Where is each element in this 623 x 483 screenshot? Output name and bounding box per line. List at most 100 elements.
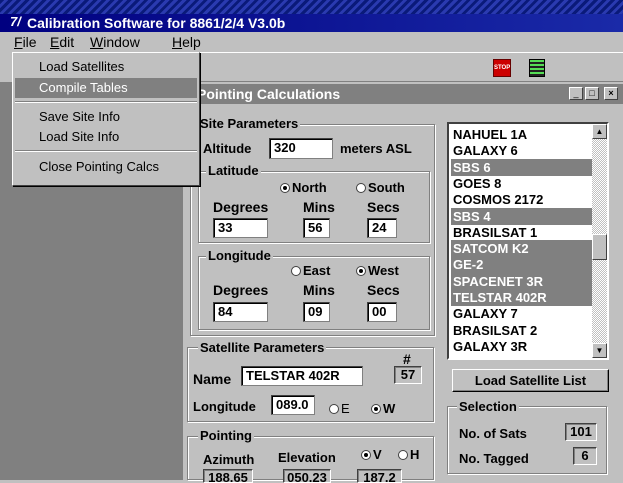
menu-separator (15, 150, 197, 152)
latitude-mins-input[interactable]: 56 (303, 218, 330, 238)
polarization-display: 187.2 (357, 469, 402, 483)
app-icon[interactable]: 7/ (10, 14, 26, 30)
satellite-east-radio[interactable]: E (329, 401, 350, 416)
menu-window[interactable]: Window (90, 34, 140, 50)
satellite-list-item[interactable]: SATCOM K2 (451, 240, 592, 258)
title-bar: 7/ Calibration Software for 8861/2/4 V3.… (0, 0, 623, 32)
south-radio-icon (356, 183, 366, 193)
satellite-east-radio-icon (329, 404, 339, 414)
menu-item-compile-tables[interactable]: Compile Tables (15, 78, 197, 98)
vertical-radio-label: V (373, 447, 382, 462)
selection-label: Selection (457, 399, 519, 414)
horizontal-radio-icon (398, 450, 408, 460)
satellite-west-radio[interactable]: W (371, 401, 395, 416)
window-title: Calibration Software for 8861/2/4 V3.0b (27, 15, 286, 31)
menu-item-load-satellites[interactable]: Load Satellites (15, 57, 197, 77)
satellite-list-item[interactable]: BRASILSAT 2 (451, 322, 592, 339)
menu-item-load-site-info[interactable]: Load Site Info (15, 127, 197, 147)
longitude-secs-input[interactable]: 00 (367, 302, 397, 322)
satellite-name-input[interactable]: TELSTAR 402R (241, 366, 363, 386)
west-radio[interactable]: West (356, 263, 399, 278)
horizontal-radio[interactable]: H (398, 447, 419, 462)
satellite-list-item[interactable]: GALAXY 7 (451, 305, 592, 322)
longitude-label: Longitude (206, 248, 273, 263)
num-tagged-display: 6 (573, 447, 597, 465)
south-radio-label: South (368, 180, 405, 195)
satellite-longitude-label: Longitude (193, 399, 256, 414)
maximize-button[interactable]: □ (585, 87, 599, 100)
horizontal-radio-label: H (410, 447, 420, 462)
scroll-thumb[interactable] (592, 234, 607, 260)
satellite-number-display: 57 (394, 366, 422, 384)
satellite-list-item[interactable]: GOES 8 (451, 175, 592, 192)
toolbar: STOP (200, 52, 623, 82)
satellite-list-item[interactable]: GE-2 (451, 256, 592, 274)
scroll-up-button[interactable]: ▲ (592, 124, 607, 139)
elevation-display: 050.23 (283, 469, 331, 483)
altitude-unit: meters ASL (340, 141, 412, 156)
satellite-list-item[interactable]: NAHUEL 1A (451, 126, 592, 143)
menu-item-save-site-info[interactable]: Save Site Info (15, 107, 197, 127)
satellite-list-item[interactable]: COSMOS 2172 (451, 191, 592, 208)
file-menu-dropdown: Load Satellites Compile Tables Save Site… (12, 52, 200, 186)
latitude-mins-label: Mins (303, 199, 335, 215)
num-sats-display: 101 (565, 423, 597, 441)
stop-icon[interactable]: STOP (493, 59, 511, 77)
minimize-button[interactable]: _ (569, 87, 583, 100)
longitude-degrees-label: Degrees (213, 282, 269, 298)
satellite-list[interactable]: NAHUEL 1A GALAXY 6 SBS 6 GOES 8 COSMOS 2172 S… (447, 122, 609, 360)
latitude-degrees-label: Degrees (213, 199, 269, 215)
west-radio-label: West (368, 263, 399, 278)
north-radio-icon (280, 183, 290, 193)
longitude-mins-input[interactable]: 09 (303, 302, 330, 322)
menu-file[interactable]: File (14, 34, 37, 50)
scroll-down-button[interactable]: ▼ (592, 343, 607, 358)
satellite-west-radio-label: W (383, 401, 396, 416)
satellite-east-radio-label: E (341, 401, 350, 416)
azimuth-display: 188.65 (203, 469, 253, 483)
satellite-name-label: Name (193, 371, 232, 387)
satellite-longitude-input[interactable]: 089.0 (271, 395, 315, 415)
vertical-radio[interactable]: V (361, 447, 382, 462)
longitude-degrees-input[interactable]: 84 (213, 302, 268, 322)
east-radio[interactable]: East (291, 263, 330, 278)
longitude-mins-label: Mins (303, 282, 335, 298)
east-radio-label: East (303, 263, 331, 278)
satellite-list-item[interactable]: GALAXY 6 (451, 142, 592, 159)
calculator-icon[interactable] (529, 59, 545, 77)
menu-separator (15, 101, 197, 103)
menu-item-close-pointing-calcs[interactable]: Close Pointing Calcs (15, 157, 197, 177)
satellite-list-item[interactable]: TELSTAR 402R (451, 289, 592, 306)
satellite-list-item[interactable]: GALAXY 3R (451, 338, 592, 355)
satellite-list-item[interactable]: SBS 6 (451, 158, 592, 176)
num-sats-label: No. of Sats (459, 426, 527, 441)
satellite-list-item[interactable]: SPACENET 3R (451, 272, 592, 290)
child-window-title-bar: Pointing Calculations _ □ × (183, 84, 623, 104)
desktop-background (0, 0, 623, 14)
satellite-list-item[interactable]: SBS 4 (451, 207, 592, 225)
east-radio-icon (291, 266, 301, 276)
west-radio-icon (356, 266, 366, 276)
list-scrollbar[interactable]: ▲ ▼ (592, 124, 607, 358)
satellite-parameters-label: Satellite Parameters (198, 340, 327, 355)
latitude-secs-input[interactable]: 24 (367, 218, 397, 238)
num-tagged-label: No. Tagged (459, 451, 529, 466)
longitude-secs-label: Secs (367, 282, 400, 298)
latitude-degrees-input[interactable]: 33 (213, 218, 268, 238)
close-button[interactable]: × (604, 87, 618, 100)
satellite-number-label: # (403, 351, 411, 367)
vertical-radio-icon (361, 450, 371, 460)
altitude-input[interactable]: 320 (269, 138, 333, 159)
pointing-label: Pointing (198, 428, 254, 443)
satellite-west-radio-icon (371, 404, 381, 414)
child-window-title: Pointing Calculations (197, 86, 341, 102)
latitude-label: Latitude (206, 163, 261, 178)
satellite-list-item[interactable]: BRASILSAT 1 (451, 224, 592, 241)
north-radio[interactable]: North (280, 180, 327, 195)
menu-bar: File Edit Window Help (0, 32, 623, 52)
menu-help[interactable]: Help (172, 34, 201, 50)
site-parameters-label: Site Parameters (198, 116, 301, 131)
load-satellite-list-button[interactable]: Load Satellite List (452, 369, 609, 392)
menu-edit[interactable]: Edit (50, 34, 74, 50)
south-radio[interactable]: South (356, 180, 405, 195)
